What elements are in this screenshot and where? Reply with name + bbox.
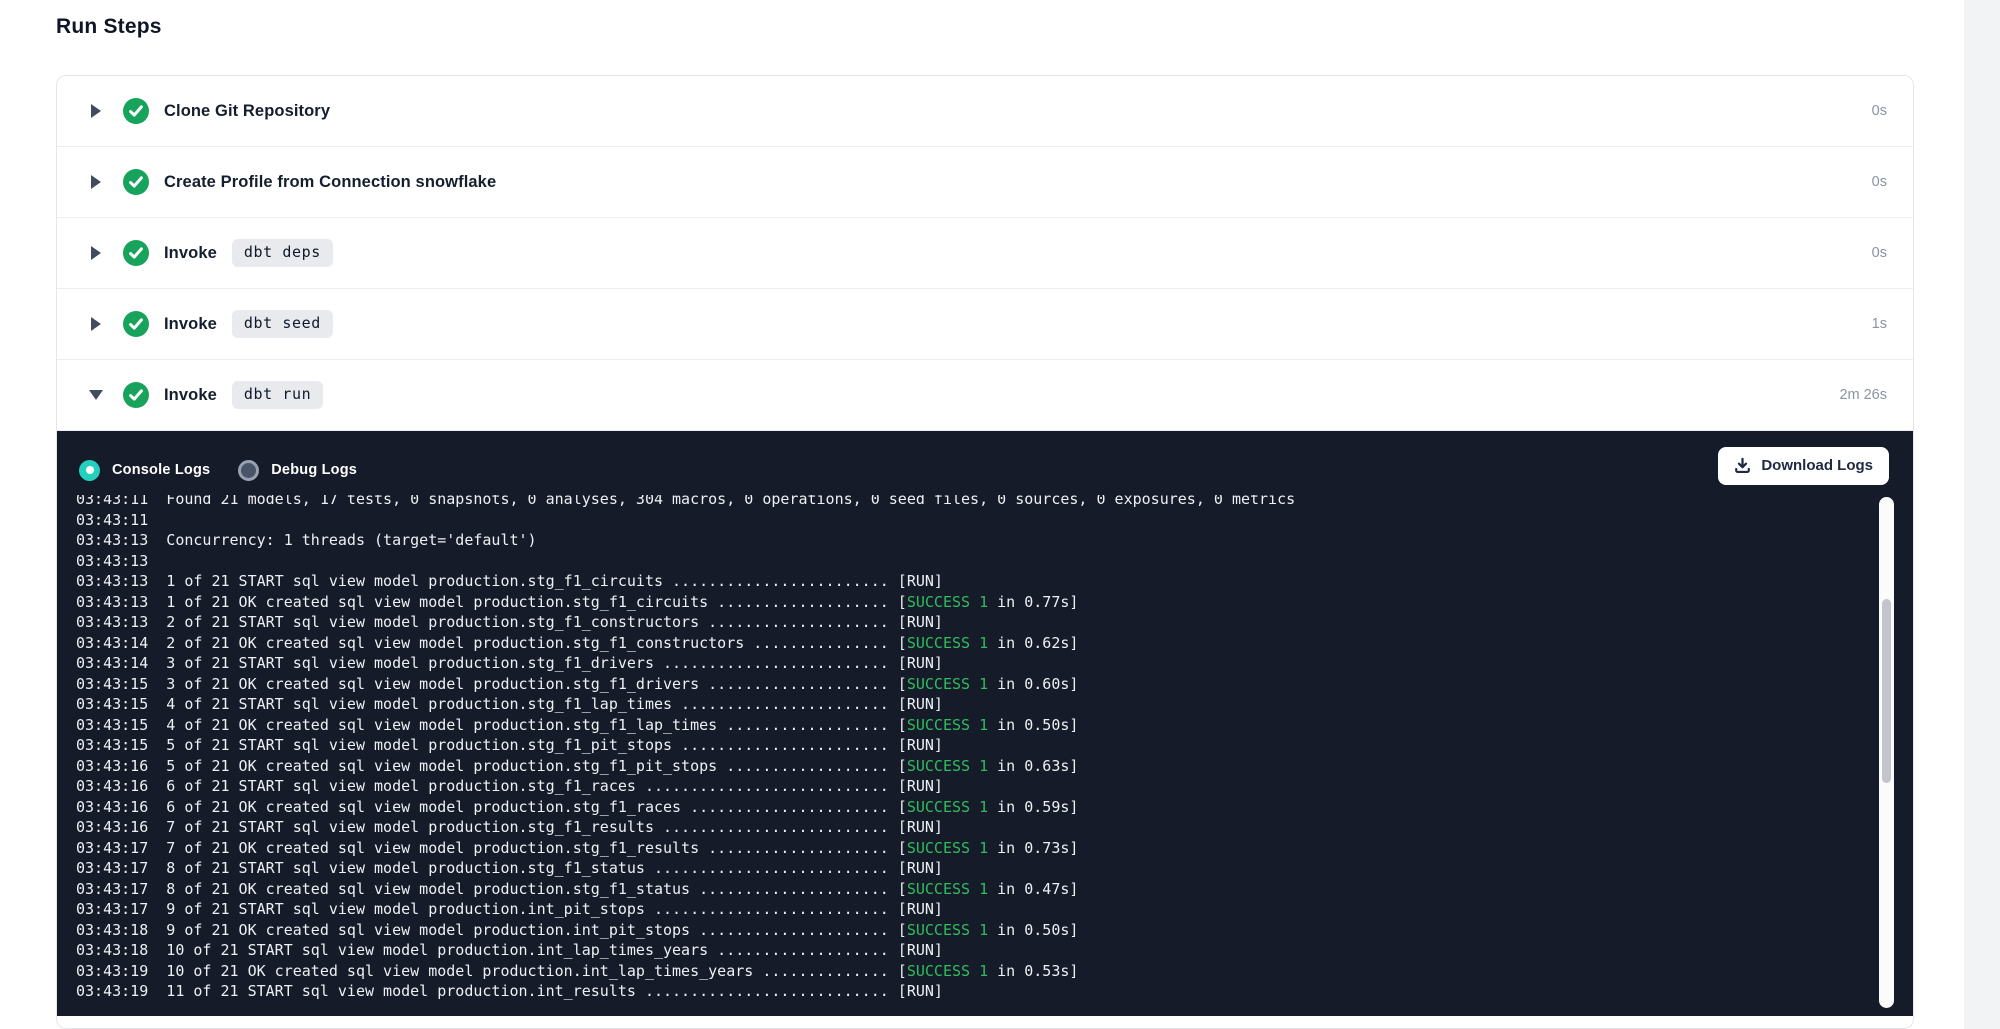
log-line: 03:43:18 9 of 21 OK created sql view mod… xyxy=(76,920,1873,941)
step-duration: 0s xyxy=(1872,245,1887,261)
success-check-icon xyxy=(123,98,149,124)
step-row[interactable]: Invoke dbt deps 0s xyxy=(57,218,1913,289)
run-steps-card: Clone Git Repository0sCreate Profile fro… xyxy=(56,75,1914,1029)
chevron-right-icon[interactable] xyxy=(88,175,104,189)
log-line: 03:43:14 3 of 21 START sql view model pr… xyxy=(76,653,1873,674)
console-log-viewport[interactable]: 03:43:11 Found 21 models, 17 tests, 0 sn… xyxy=(57,495,1873,1006)
step-label: Invoke xyxy=(164,315,217,334)
log-line: 03:43:11 xyxy=(76,510,1873,531)
step-duration: 1s xyxy=(1872,316,1887,332)
log-tab-debug-logs[interactable]: Debug Logs xyxy=(238,460,357,481)
log-line: 03:43:11 Found 21 models, 17 tests, 0 sn… xyxy=(76,495,1873,510)
log-tab-label: Debug Logs xyxy=(271,462,357,478)
log-line: 03:43:17 8 of 21 START sql view model pr… xyxy=(76,858,1873,879)
step-label: Create Profile from Connection snowflake xyxy=(164,173,496,192)
run-steps-page: Run Steps Clone Git Repository0sCreate P… xyxy=(56,0,1914,1029)
step-duration: 0s xyxy=(1872,103,1887,119)
log-type-radio-group: Console Logs Debug Logs xyxy=(79,460,385,481)
radio-unselected-icon[interactable] xyxy=(238,460,259,481)
log-line: 03:43:17 7 of 21 OK created sql view mod… xyxy=(76,838,1873,859)
step-row[interactable]: Invoke dbt seed 1s xyxy=(57,289,1913,360)
success-check-icon xyxy=(123,382,149,408)
download-icon xyxy=(1734,457,1751,474)
step-label: Clone Git Repository xyxy=(164,102,330,121)
step-command-badge: dbt seed xyxy=(232,310,333,338)
step-label: Invoke xyxy=(164,244,217,263)
log-line: 03:43:15 4 of 21 OK created sql view mod… xyxy=(76,715,1873,736)
step-row[interactable]: Invoke dbt run 2m 26s xyxy=(57,360,1913,431)
log-line: 03:43:13 Concurrency: 1 threads (target=… xyxy=(76,530,1873,551)
step-row[interactable]: Clone Git Repository 0s xyxy=(57,76,1913,147)
log-line: 03:43:16 6 of 21 OK created sql view mod… xyxy=(76,797,1873,818)
download-logs-button[interactable]: Download Logs xyxy=(1718,447,1889,485)
chevron-down-icon[interactable] xyxy=(88,390,104,400)
chevron-right-icon[interactable] xyxy=(88,246,104,260)
step-command-badge: dbt deps xyxy=(232,239,333,267)
log-line: 03:43:13 1 of 21 OK created sql view mod… xyxy=(76,592,1873,613)
log-line: 03:43:16 7 of 21 START sql view model pr… xyxy=(76,817,1873,838)
chevron-right-icon[interactable] xyxy=(88,317,104,331)
log-line: 03:43:13 2 of 21 START sql view model pr… xyxy=(76,612,1873,633)
step-row[interactable]: Create Profile from Connection snowflake… xyxy=(57,147,1913,218)
log-line: 03:43:13 xyxy=(76,551,1873,572)
console-log-content: 03:43:11 Found 21 models, 17 tests, 0 sn… xyxy=(76,495,1873,1002)
log-line: 03:43:18 10 of 21 START sql view model p… xyxy=(76,940,1873,961)
log-line: 03:43:15 4 of 21 START sql view model pr… xyxy=(76,694,1873,715)
log-line: 03:43:14 2 of 21 OK created sql view mod… xyxy=(76,633,1873,654)
step-duration: 2m 26s xyxy=(1839,387,1887,403)
step-command-badge: dbt run xyxy=(232,381,323,409)
success-check-icon xyxy=(123,240,149,266)
log-line: 03:43:17 9 of 21 START sql view model pr… xyxy=(76,899,1873,920)
console-header: Console Logs Debug Logs Download Logs xyxy=(57,431,1913,495)
console-scrollbar[interactable] xyxy=(1879,497,1894,1008)
log-line: 03:43:16 5 of 21 OK created sql view mod… xyxy=(76,756,1873,777)
console-scrollbar-thumb[interactable] xyxy=(1882,599,1891,783)
radio-selected-icon[interactable] xyxy=(79,460,100,481)
chevron-right-icon[interactable] xyxy=(88,104,104,118)
log-line: 03:43:19 10 of 21 OK created sql view mo… xyxy=(76,961,1873,982)
log-tab-console-logs[interactable]: Console Logs xyxy=(79,460,210,481)
log-line: 03:43:16 6 of 21 START sql view model pr… xyxy=(76,776,1873,797)
console-panel: Console Logs Debug Logs Download Logs 03:… xyxy=(57,431,1913,1016)
log-line: 03:43:15 3 of 21 OK created sql view mod… xyxy=(76,674,1873,695)
success-check-icon xyxy=(123,311,149,337)
log-line: 03:43:13 1 of 21 START sql view model pr… xyxy=(76,571,1873,592)
page-right-gutter xyxy=(1964,0,2000,1029)
step-list: Clone Git Repository0sCreate Profile fro… xyxy=(57,76,1913,431)
log-line: 03:43:15 5 of 21 START sql view model pr… xyxy=(76,735,1873,756)
step-duration: 0s xyxy=(1872,174,1887,190)
download-logs-label: Download Logs xyxy=(1761,457,1873,474)
step-label: Invoke xyxy=(164,386,217,405)
success-check-icon xyxy=(123,169,149,195)
log-line: 03:43:17 8 of 21 OK created sql view mod… xyxy=(76,879,1873,900)
log-line: 03:43:19 11 of 21 START sql view model p… xyxy=(76,981,1873,1002)
log-tab-label: Console Logs xyxy=(112,462,210,478)
page-title: Run Steps xyxy=(56,13,1914,40)
